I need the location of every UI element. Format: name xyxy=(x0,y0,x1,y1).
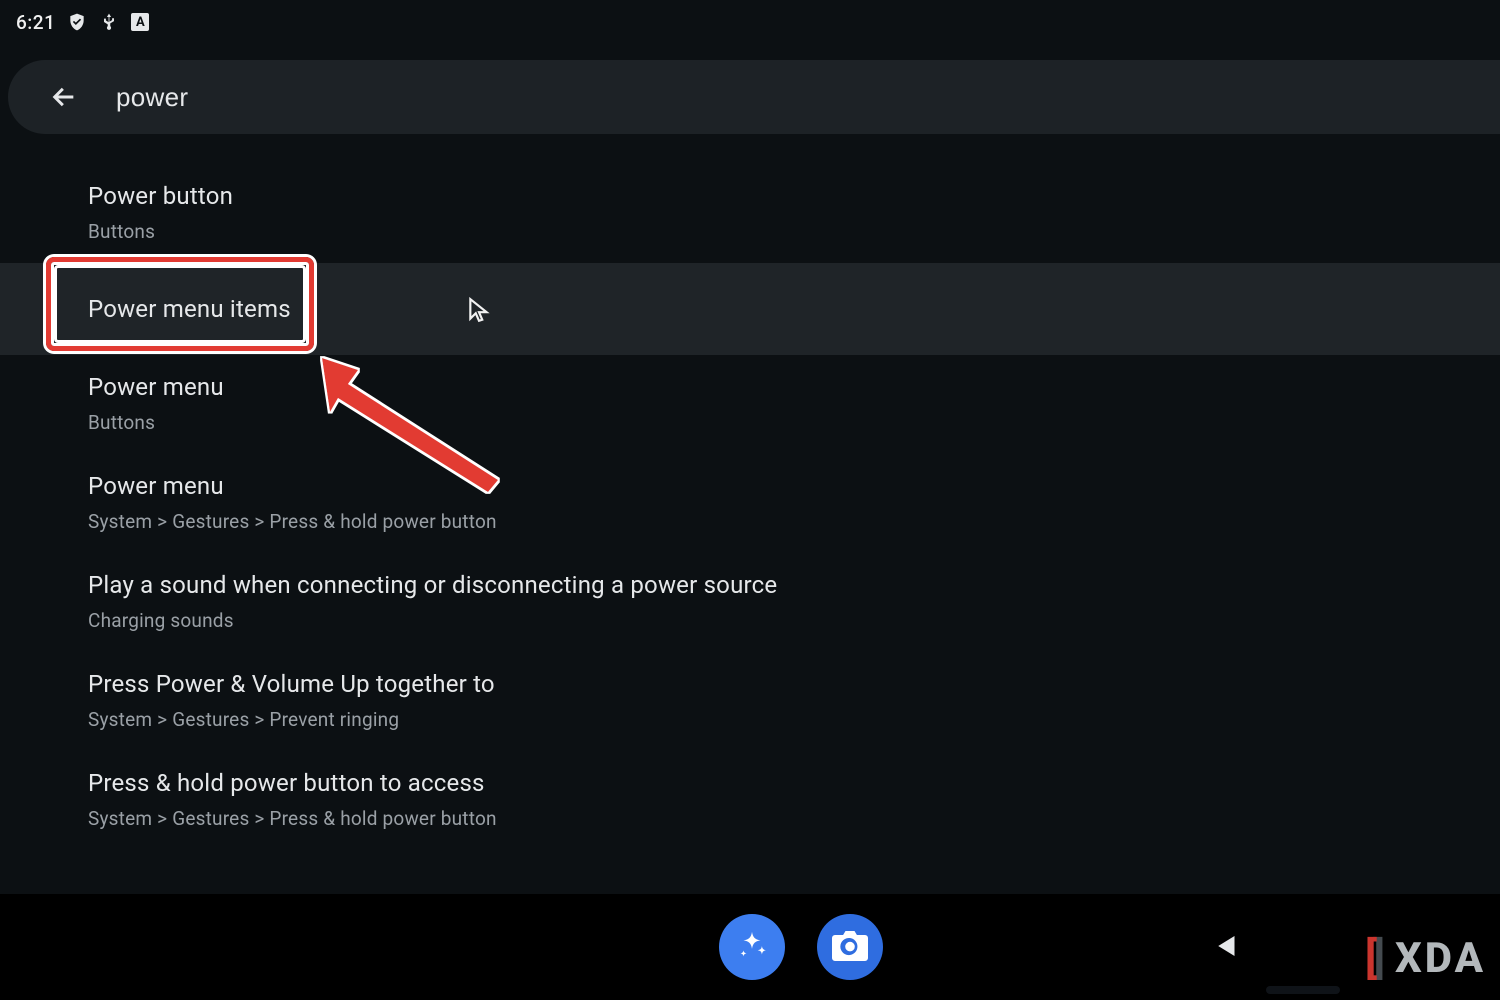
result-title: Play a sound when connecting or disconne… xyxy=(88,571,1500,599)
back-button[interactable] xyxy=(42,75,86,119)
result-title: Power button xyxy=(88,182,1500,210)
result-power-button[interactable]: Power button Buttons xyxy=(0,164,1500,263)
result-subtitle: System > Gestures > Press & hold power b… xyxy=(88,510,1500,533)
result-power-menu-buttons[interactable]: Power menu Buttons xyxy=(0,355,1500,454)
search-results: Power button Buttons Power menu items Po… xyxy=(0,150,1500,894)
assistant-button[interactable] xyxy=(719,914,785,980)
result-power-volume-up[interactable]: Press Power & Volume Up together to Syst… xyxy=(0,652,1500,751)
status-time: 6:21 xyxy=(16,11,55,34)
result-title: Press Power & Volume Up together to xyxy=(88,670,1500,698)
taskbar: ] XDA xyxy=(0,894,1500,1000)
result-charging-sounds[interactable]: Play a sound when connecting or disconne… xyxy=(0,553,1500,652)
result-power-menu-gestures[interactable]: Power menu System > Gestures > Press & h… xyxy=(0,454,1500,553)
result-title: Power menu xyxy=(88,373,1500,401)
watermark-label: XDA xyxy=(1395,934,1486,983)
result-press-hold-power[interactable]: Press & hold power button to access Syst… xyxy=(0,751,1500,850)
usb-icon xyxy=(99,12,119,32)
bracket-icon: ] xyxy=(1373,932,1385,984)
nav-back-area xyxy=(1212,894,1242,1000)
triangle-back-icon xyxy=(1212,949,1242,964)
shield-icon xyxy=(67,12,87,32)
status-bar: 6:21 A xyxy=(0,0,1500,44)
camera-button[interactable] xyxy=(817,914,883,980)
taskbar-center xyxy=(617,894,883,1000)
apps-button[interactable] xyxy=(617,912,687,982)
result-subtitle: Charging sounds xyxy=(88,609,1500,632)
search-bar xyxy=(8,60,1500,134)
result-title: Press & hold power button to access xyxy=(88,769,1500,797)
result-subtitle: System > Gestures > Prevent ringing xyxy=(88,708,1500,731)
camera-icon xyxy=(832,930,868,965)
result-title: Power menu xyxy=(88,472,1500,500)
home-indicator[interactable] xyxy=(1266,986,1340,994)
result-title: Power menu items xyxy=(88,295,1500,323)
search-input[interactable] xyxy=(116,82,1500,113)
result-subtitle: Buttons xyxy=(88,220,1500,243)
result-power-menu-items[interactable]: Power menu items xyxy=(0,263,1500,355)
letter-a-icon: A xyxy=(131,13,149,31)
xda-watermark: ] XDA xyxy=(1373,932,1486,984)
result-subtitle: System > Gestures > Press & hold power b… xyxy=(88,807,1500,830)
sparkle-icon xyxy=(735,929,769,966)
nav-back-button[interactable] xyxy=(1212,931,1242,964)
result-subtitle: Buttons xyxy=(88,411,1500,434)
